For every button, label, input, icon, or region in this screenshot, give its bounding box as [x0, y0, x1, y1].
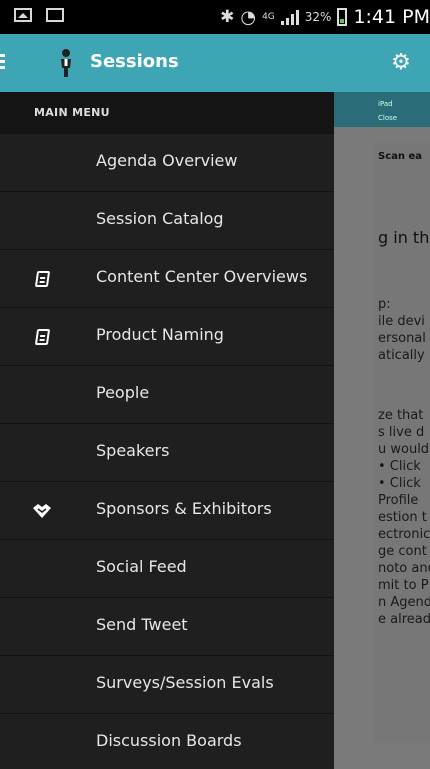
menu-item-surveys-session-evals[interactable]: Surveys/Session Evals [0, 656, 334, 714]
menu-item-label: Surveys/Session Evals [96, 673, 274, 692]
book-icon [30, 267, 54, 291]
gear-icon[interactable]: ⚙ [390, 52, 412, 74]
clock: 1:41 PM [353, 6, 430, 28]
background-heading: g in the [378, 228, 430, 247]
menu-item-send-tweet[interactable]: Send Tweet [0, 598, 334, 656]
battery-icon [337, 8, 348, 26]
battery-percent: 32% [304, 10, 332, 24]
background-line: u would [378, 442, 430, 457]
menu-item-people[interactable]: People [0, 366, 334, 424]
menu-item-content-center-overviews[interactable]: Content Center Overviews [0, 250, 334, 308]
background-line: e alread [378, 612, 430, 627]
background-line: • Click [378, 459, 421, 474]
menu-item-session-catalog[interactable]: Session Catalog [0, 192, 334, 250]
menu-item-label: Send Tweet [96, 615, 188, 634]
menu-item-sponsors-exhibitors[interactable]: Sponsors & Exhibitors [0, 482, 334, 540]
background-line: ectronic [378, 527, 430, 542]
menu-item-label: Speakers [96, 441, 170, 460]
handshake-icon [30, 499, 54, 523]
book-icon [30, 325, 54, 349]
background-line: ile devi [378, 314, 425, 329]
background-line: ersonal [378, 331, 426, 346]
app-title: Sessions [90, 51, 179, 72]
menu-item-speakers[interactable]: Speakers [0, 424, 334, 482]
menu-item-label: Agenda Overview [96, 151, 238, 170]
menu-item-agenda-overview[interactable]: Agenda Overview [0, 134, 334, 192]
background-line: s live d [378, 425, 425, 440]
signal-icon [280, 9, 299, 25]
network-type: 4G [262, 12, 275, 22]
background-ipad-label: iPad [378, 100, 393, 108]
background-line: p: [378, 297, 391, 312]
app-bar: Sessions ⚙ [0, 34, 430, 92]
menu-icon[interactable] [0, 54, 5, 72]
person-icon [61, 49, 71, 77]
menu-item-product-naming[interactable]: Product Naming [0, 308, 334, 366]
image-notification-icon [14, 8, 32, 22]
background-line: noto and [378, 561, 430, 576]
bluetooth-icon: ✱ [220, 7, 235, 27]
menu-item-label: Product Naming [96, 325, 224, 344]
menu-item-label: People [96, 383, 150, 402]
background-close-label: Close [378, 114, 398, 122]
background-line: atically [378, 348, 425, 363]
status-bar: ✱ ◔ 4G 32% 1:41 PM [0, 0, 430, 34]
background-line: estion t [378, 510, 427, 525]
background-scan-text: Scan ea [378, 151, 423, 162]
menu-item-label: Social Feed [96, 557, 187, 576]
menu-item-label: Discussion Boards [96, 731, 242, 750]
menu-item-discussion-boards[interactable]: Discussion Boards [0, 714, 334, 769]
background-line: ge cont [378, 544, 427, 559]
main-menu-header: MAIN MENU [0, 92, 334, 134]
background-line: ze that [378, 408, 424, 423]
menu-item-label: Content Center Overviews [96, 267, 308, 286]
message-notification-icon [46, 8, 64, 22]
background-line: n Agend [378, 595, 430, 610]
menu-item-label: Session Catalog [96, 209, 224, 228]
menu-item-social-feed[interactable]: Social Feed [0, 540, 334, 598]
navigation-drawer: MAIN MENU Agenda Overview Session Catalo… [0, 92, 334, 769]
background-line: Profile [378, 493, 419, 508]
background-line: • Click [378, 476, 421, 491]
wifi-icon: ◔ [240, 6, 257, 28]
background-content: iPad Close Scan ea g in the p: ile devi … [334, 92, 430, 769]
menu-item-label: Sponsors & Exhibitors [96, 499, 272, 518]
background-line: mit to P [378, 578, 429, 593]
